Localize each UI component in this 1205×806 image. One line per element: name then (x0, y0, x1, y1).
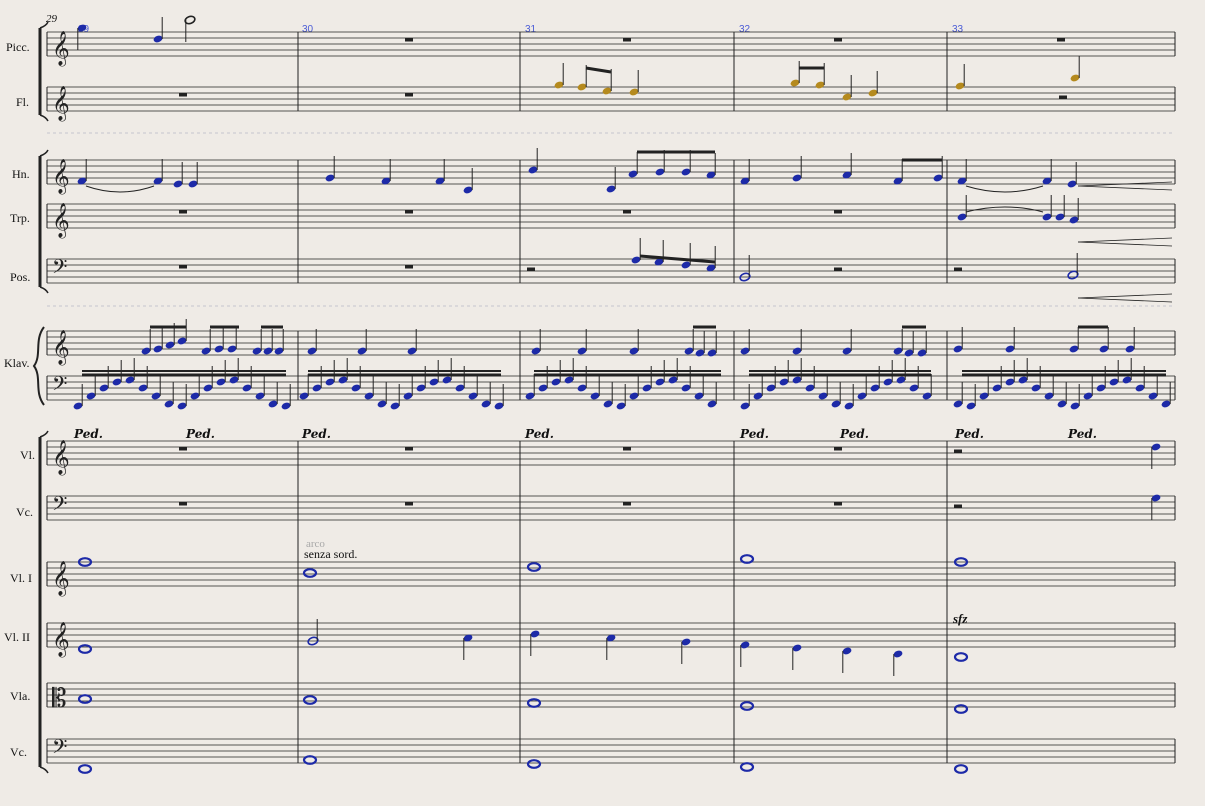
instrument-label: Vl. (20, 448, 35, 462)
tie (965, 206, 1044, 213)
whole-rest (405, 93, 413, 97)
clef-treble: 𝄞 (52, 159, 70, 195)
whole-note (77, 694, 93, 704)
whole-rest (405, 447, 413, 451)
measure-number: 32 (739, 24, 751, 35)
whole-rest (179, 502, 187, 506)
whole-rest (179, 447, 187, 451)
beam (585, 66, 612, 74)
pedal-mark: Ped. (1067, 427, 1097, 441)
whole-note (739, 701, 755, 711)
sfz-dynamic: sfz (952, 611, 968, 626)
instrument-label: Klav. (4, 356, 30, 370)
whole-rest (179, 93, 187, 97)
whole-note (953, 652, 969, 662)
bracket-hook (39, 21, 49, 29)
whole-rest (834, 38, 842, 42)
whole-note (526, 698, 542, 708)
pedal-mark: Ped. (739, 427, 769, 441)
whole-rest (405, 210, 413, 214)
score-page: 29 29 30 31 32 33 Picc. Fl. Hn. Trp. Pos… (4, 13, 1176, 774)
instrument-label: Fl. (16, 95, 29, 109)
clef-bass: 𝄢 (52, 255, 67, 283)
whole-rest (623, 38, 631, 42)
half-rest (1059, 95, 1067, 99)
instrument-label: Vc. (16, 505, 33, 519)
instrument-label: Vc. (10, 745, 27, 759)
measure-number: 33 (952, 24, 964, 35)
notation-layer: 𝄞 𝄞 𝄞 𝄞 𝄢 𝄞 𝄢 𝄞 𝄢 𝄞 𝄞 𝄡 𝄢 (32, 15, 1176, 774)
hairpin (1077, 241, 1173, 247)
clef-treble: 𝄞 (52, 86, 70, 122)
pedal-mark: Ped. (954, 427, 984, 441)
clef-treble: 𝄞 (52, 561, 70, 597)
instrument-label: Pos. (10, 270, 30, 284)
pedal-mark: Ped. (301, 427, 331, 441)
half-rest (954, 267, 962, 271)
whole-rest (1057, 38, 1065, 42)
whole-note (302, 568, 318, 578)
whole-rest (623, 447, 631, 451)
whole-note (526, 562, 542, 572)
half-rest (527, 267, 535, 271)
pedal-mark: Ped. (839, 427, 869, 441)
whole-rest (179, 210, 187, 214)
clef-treble: 𝄞 (52, 622, 70, 658)
whole-rest (834, 502, 842, 506)
clef-treble: 𝄞 (52, 31, 70, 67)
instrument-label: Trp. (10, 211, 30, 225)
senza-sord-marking: senza sord. (304, 547, 357, 561)
clef-alto: 𝄡 (52, 684, 67, 714)
half-rest (954, 504, 962, 508)
instrument-label: Vl. II (4, 630, 30, 644)
instrument-label: Vl. I (10, 571, 32, 585)
hairpin (1077, 293, 1173, 299)
tie (85, 185, 155, 193)
whole-note (526, 759, 542, 769)
whole-rest (179, 265, 187, 269)
clef-treble: 𝄞 (52, 330, 70, 366)
measure-number: 31 (525, 24, 537, 35)
whole-note (739, 762, 755, 772)
whole-rest (623, 210, 631, 214)
clef-bass: 𝄢 (52, 735, 67, 763)
pedal-mark: Ped. (524, 427, 554, 441)
whole-note (302, 695, 318, 705)
whole-rest (405, 502, 413, 506)
pedal-mark: Ped. (185, 427, 215, 441)
instrument-label: Hn. (12, 167, 30, 181)
whole-rest (623, 502, 631, 506)
whole-note (953, 764, 969, 774)
bracket-hook (39, 766, 49, 774)
bracket-hook (39, 149, 49, 157)
clef-treble: 𝄞 (52, 440, 70, 476)
tie (965, 185, 1044, 193)
pedal-mark: Ped. (73, 427, 103, 441)
whole-rest (834, 447, 842, 451)
hairpin (1077, 297, 1173, 303)
instrument-label: Vla. (10, 689, 30, 703)
measure-number: 30 (302, 24, 314, 35)
half-rest (954, 449, 962, 453)
clef-treble: 𝄞 (52, 203, 70, 239)
piano-brace (32, 326, 45, 406)
clef-bass: 𝄢 (52, 372, 67, 400)
whole-rest (405, 265, 413, 269)
clef-bass: 𝄢 (52, 492, 67, 520)
half-rest (834, 267, 842, 271)
whole-rest (834, 210, 842, 214)
bracket-hook (39, 286, 49, 294)
whole-rest (405, 38, 413, 42)
hairpin (1077, 185, 1173, 191)
whole-note (953, 704, 969, 714)
bracket-hook (39, 114, 49, 122)
instrument-label: Picc. (6, 40, 30, 54)
whole-note (77, 644, 93, 654)
whole-note (77, 764, 93, 774)
hairpin (1077, 237, 1173, 243)
bracket-hook (39, 430, 49, 438)
